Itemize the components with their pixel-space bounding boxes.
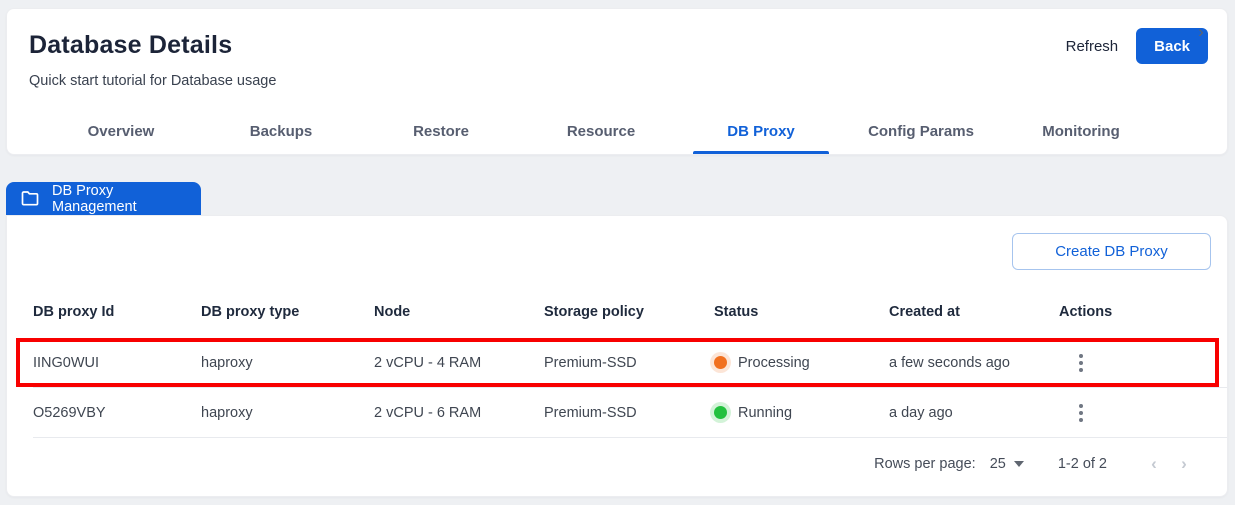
next-page-button[interactable]: › (1169, 452, 1199, 476)
status-label: Running (738, 405, 792, 421)
pagination-range-label: 1-2 of 2 (1058, 456, 1107, 472)
column-header-created: Created at (889, 286, 1059, 338)
refresh-button[interactable]: Refresh (1066, 38, 1119, 55)
column-header-storage: Storage policy (544, 286, 714, 338)
cell-created-at: a day ago (889, 388, 1059, 438)
cell-created-at: a few seconds ago (889, 338, 1059, 388)
cell-proxy-id: IING0WUI (33, 338, 201, 388)
column-header-status: Status (714, 286, 889, 338)
cell-status: Running (714, 388, 889, 438)
table-header-row: DB proxy Id DB proxy type Node Storage p… (33, 286, 1227, 338)
cell-status: Processing (714, 338, 889, 388)
column-header-actions: Actions (1059, 286, 1227, 338)
table-row: O5269VBY haproxy 2 vCPU - 6 RAM Premium-… (33, 388, 1227, 438)
tab-bar: Overview Backups Restore Resource DB Pro… (41, 108, 1227, 154)
page-header-card: Database Details Quick start tutorial fo… (6, 8, 1228, 155)
tab-restore[interactable]: Restore (361, 108, 521, 154)
tab-db-proxy[interactable]: DB Proxy (681, 108, 841, 154)
previous-page-button[interactable]: ‹ (1139, 452, 1169, 476)
header-actions: Refresh Back (1066, 28, 1208, 64)
db-proxy-table: DB proxy Id DB proxy type Node Storage p… (33, 286, 1227, 438)
column-header-node: Node (374, 286, 544, 338)
status-dot-running (714, 406, 727, 419)
row-actions-kebab-icon[interactable] (1065, 397, 1097, 429)
cell-proxy-id: O5269VBY (33, 388, 201, 438)
tab-monitoring[interactable]: Monitoring (1001, 108, 1161, 154)
tab-config-params[interactable]: Config Params (841, 108, 1001, 154)
status-label: Processing (738, 355, 810, 371)
column-header-type: DB proxy type (201, 286, 374, 338)
folder-icon (21, 191, 39, 206)
cell-node: 2 vCPU - 4 RAM (374, 338, 544, 388)
db-proxy-panel: Create DB Proxy DB proxy Id DB proxy typ… (6, 215, 1228, 497)
table-row: IING0WUI haproxy 2 vCPU - 4 RAM Premium-… (33, 338, 1227, 388)
cell-node: 2 vCPU - 6 RAM (374, 388, 544, 438)
page-title: Database Details (29, 31, 232, 60)
cell-proxy-type: haproxy (201, 338, 374, 388)
chevron-down-icon (1014, 461, 1024, 467)
db-proxy-management-tab[interactable]: DB Proxy Management (6, 182, 201, 215)
db-proxy-management-label: DB Proxy Management (52, 183, 201, 215)
status-dot-processing (714, 356, 727, 369)
column-header-id: DB proxy Id (33, 286, 201, 338)
rows-per-page-label: Rows per page: (874, 456, 976, 472)
create-db-proxy-button[interactable]: Create DB Proxy (1012, 233, 1211, 270)
cell-storage-policy: Premium-SSD (544, 388, 714, 438)
cell-actions (1059, 338, 1227, 388)
cell-actions (1059, 388, 1227, 438)
pagination-bar: Rows per page: 25 1-2 of 2 ‹ › (874, 452, 1199, 476)
tab-overview[interactable]: Overview (41, 108, 201, 154)
page-subtitle: Quick start tutorial for Database usage (29, 73, 276, 89)
rows-per-page-value: 25 (990, 456, 1006, 472)
row-actions-kebab-icon[interactable] (1065, 347, 1097, 379)
cell-storage-policy: Premium-SSD (544, 338, 714, 388)
chevron-right-icon[interactable]: › (1189, 9, 1213, 55)
cell-proxy-type: haproxy (201, 388, 374, 438)
tab-resource[interactable]: Resource (521, 108, 681, 154)
tab-backups[interactable]: Backups (201, 108, 361, 154)
rows-per-page-select[interactable]: 25 (990, 456, 1024, 472)
